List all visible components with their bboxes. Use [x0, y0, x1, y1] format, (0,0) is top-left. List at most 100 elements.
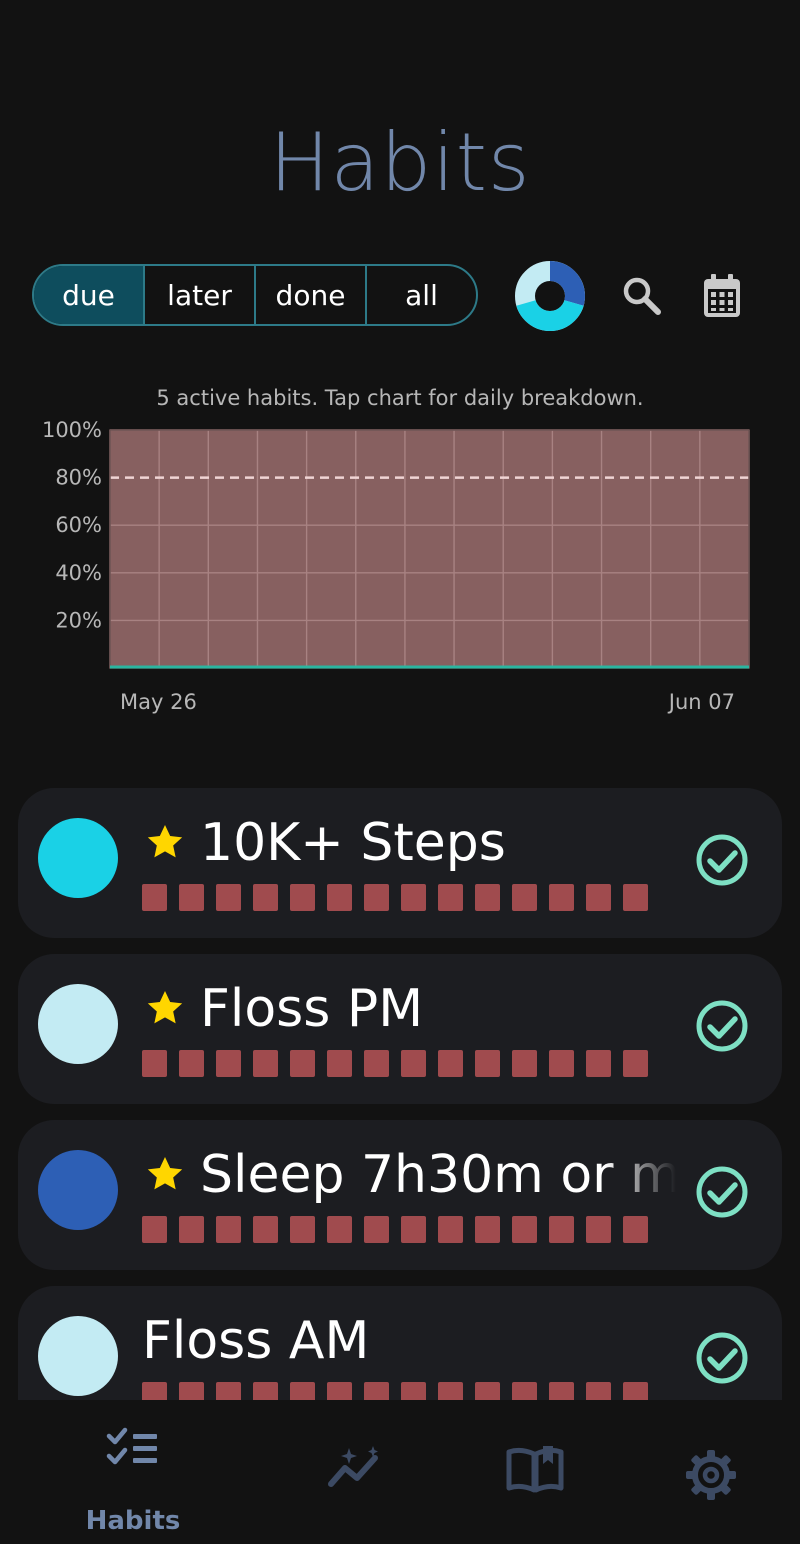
donut-chart-icon[interactable]	[514, 260, 586, 332]
bottom-nav: Habits	[0, 1400, 800, 1544]
nav-item-settings[interactable]	[650, 1420, 770, 1530]
history-day-missed	[216, 1216, 241, 1243]
chart-y-tick-label: 60%	[55, 513, 102, 537]
history-day-missed	[586, 1216, 611, 1243]
chart-y-tick-label: 100%	[42, 418, 102, 442]
history-day-missed	[438, 1050, 463, 1077]
history-day-missed	[623, 884, 648, 911]
history-day-missed	[401, 1050, 426, 1077]
habits-screen: Habits due later done all 5 active habit…	[0, 0, 800, 1544]
history-day-missed	[549, 1050, 574, 1077]
book-icon	[506, 1446, 564, 1493]
tab-later[interactable]: later	[145, 266, 256, 324]
habit-card[interactable]: Sleep 7h30m or more	[18, 1120, 782, 1270]
habit-history	[142, 1382, 648, 1400]
star-icon	[147, 1157, 183, 1190]
history-day-missed	[142, 1382, 167, 1400]
nav-item-insights[interactable]	[295, 1420, 415, 1530]
search-icon[interactable]	[618, 272, 666, 320]
check-circle-icon[interactable]	[694, 998, 750, 1054]
history-day-missed	[142, 884, 167, 911]
history-day-missed	[290, 1216, 315, 1243]
history-day-missed	[512, 1382, 537, 1400]
tab-all[interactable]: all	[367, 266, 476, 324]
chart-x-tick-label: May 26	[120, 690, 197, 714]
history-day-missed	[253, 1216, 278, 1243]
tab-done[interactable]: done	[256, 266, 367, 324]
history-day-missed	[475, 1050, 500, 1077]
habit-card[interactable]: 10K+ Steps	[18, 788, 782, 938]
history-day-missed	[586, 1050, 611, 1077]
page-title: Habits	[269, 116, 531, 209]
history-day-missed	[142, 1050, 167, 1077]
history-day-missed	[290, 1050, 315, 1077]
history-day-missed	[401, 1382, 426, 1400]
checklist-icon	[106, 1427, 157, 1465]
history-day-missed	[623, 1216, 648, 1243]
habit-history	[142, 1216, 648, 1244]
history-day-missed	[216, 1382, 241, 1400]
history-day-missed	[586, 1382, 611, 1400]
history-day-missed	[475, 1216, 500, 1243]
history-day-missed	[475, 1382, 500, 1400]
history-day-missed	[475, 884, 500, 911]
habit-name: Floss AM	[142, 1311, 370, 1371]
habit-name: 10K+ Steps	[200, 813, 506, 873]
gear-icon	[686, 1450, 736, 1500]
check-circle-icon[interactable]	[694, 832, 750, 888]
completion-chart[interactable]: 100% 80% 60% 40% 20% May 26 Jun 07	[0, 416, 800, 726]
star-icon	[147, 825, 183, 858]
habit-name: Sleep 7h30m or more	[200, 1145, 676, 1205]
history-day-missed	[327, 884, 352, 911]
habit-name: Floss PM	[200, 979, 424, 1039]
history-day-missed	[327, 1216, 352, 1243]
nav-item-journal[interactable]	[473, 1420, 593, 1530]
history-day-missed	[364, 884, 389, 911]
check-circle-icon[interactable]	[694, 1330, 750, 1386]
chart-caption: 5 active habits. Tap chart for daily bre…	[156, 386, 644, 410]
history-day-missed	[549, 1216, 574, 1243]
habit-color-dot	[38, 818, 118, 898]
chart-y-tick-label: 40%	[55, 561, 102, 585]
check-circle-icon[interactable]	[694, 1164, 750, 1220]
insights-icon	[328, 1446, 378, 1487]
history-day-missed	[327, 1382, 352, 1400]
history-day-missed	[623, 1050, 648, 1077]
habit-card[interactable]: Floss AM	[18, 1286, 782, 1400]
chart-plot-area	[110, 430, 749, 668]
history-day-missed	[216, 1050, 241, 1077]
habit-color-dot	[38, 984, 118, 1064]
history-day-missed	[401, 1216, 426, 1243]
habit-color-dot	[38, 1316, 118, 1396]
history-day-missed	[253, 884, 278, 911]
history-day-missed	[179, 1382, 204, 1400]
history-day-missed	[586, 884, 611, 911]
filter-tabs: due later done all	[32, 264, 478, 326]
history-day-missed	[179, 1050, 204, 1077]
history-day-missed	[512, 1216, 537, 1243]
history-day-missed	[179, 1216, 204, 1243]
history-day-missed	[290, 1382, 315, 1400]
history-day-missed	[438, 1382, 463, 1400]
history-day-missed	[623, 1382, 648, 1400]
history-day-missed	[512, 884, 537, 911]
history-day-missed	[438, 884, 463, 911]
history-day-missed	[364, 1216, 389, 1243]
history-day-missed	[438, 1216, 463, 1243]
nav-item-habits[interactable]: Habits	[73, 1420, 193, 1536]
history-day-missed	[364, 1382, 389, 1400]
history-day-missed	[253, 1050, 278, 1077]
calendar-icon[interactable]	[698, 270, 746, 322]
history-day-missed	[549, 884, 574, 911]
history-day-missed	[401, 884, 426, 911]
nav-label-habits: Habits	[85, 1506, 181, 1536]
habit-history	[142, 1050, 648, 1078]
star-icon	[147, 991, 183, 1024]
chart-y-tick-label: 20%	[55, 608, 102, 632]
history-day-missed	[327, 1050, 352, 1077]
habit-card[interactable]: Floss PM	[18, 954, 782, 1104]
tab-due[interactable]: due	[34, 266, 145, 324]
habit-history	[142, 884, 648, 912]
habit-color-dot	[38, 1150, 118, 1230]
history-day-missed	[549, 1382, 574, 1400]
